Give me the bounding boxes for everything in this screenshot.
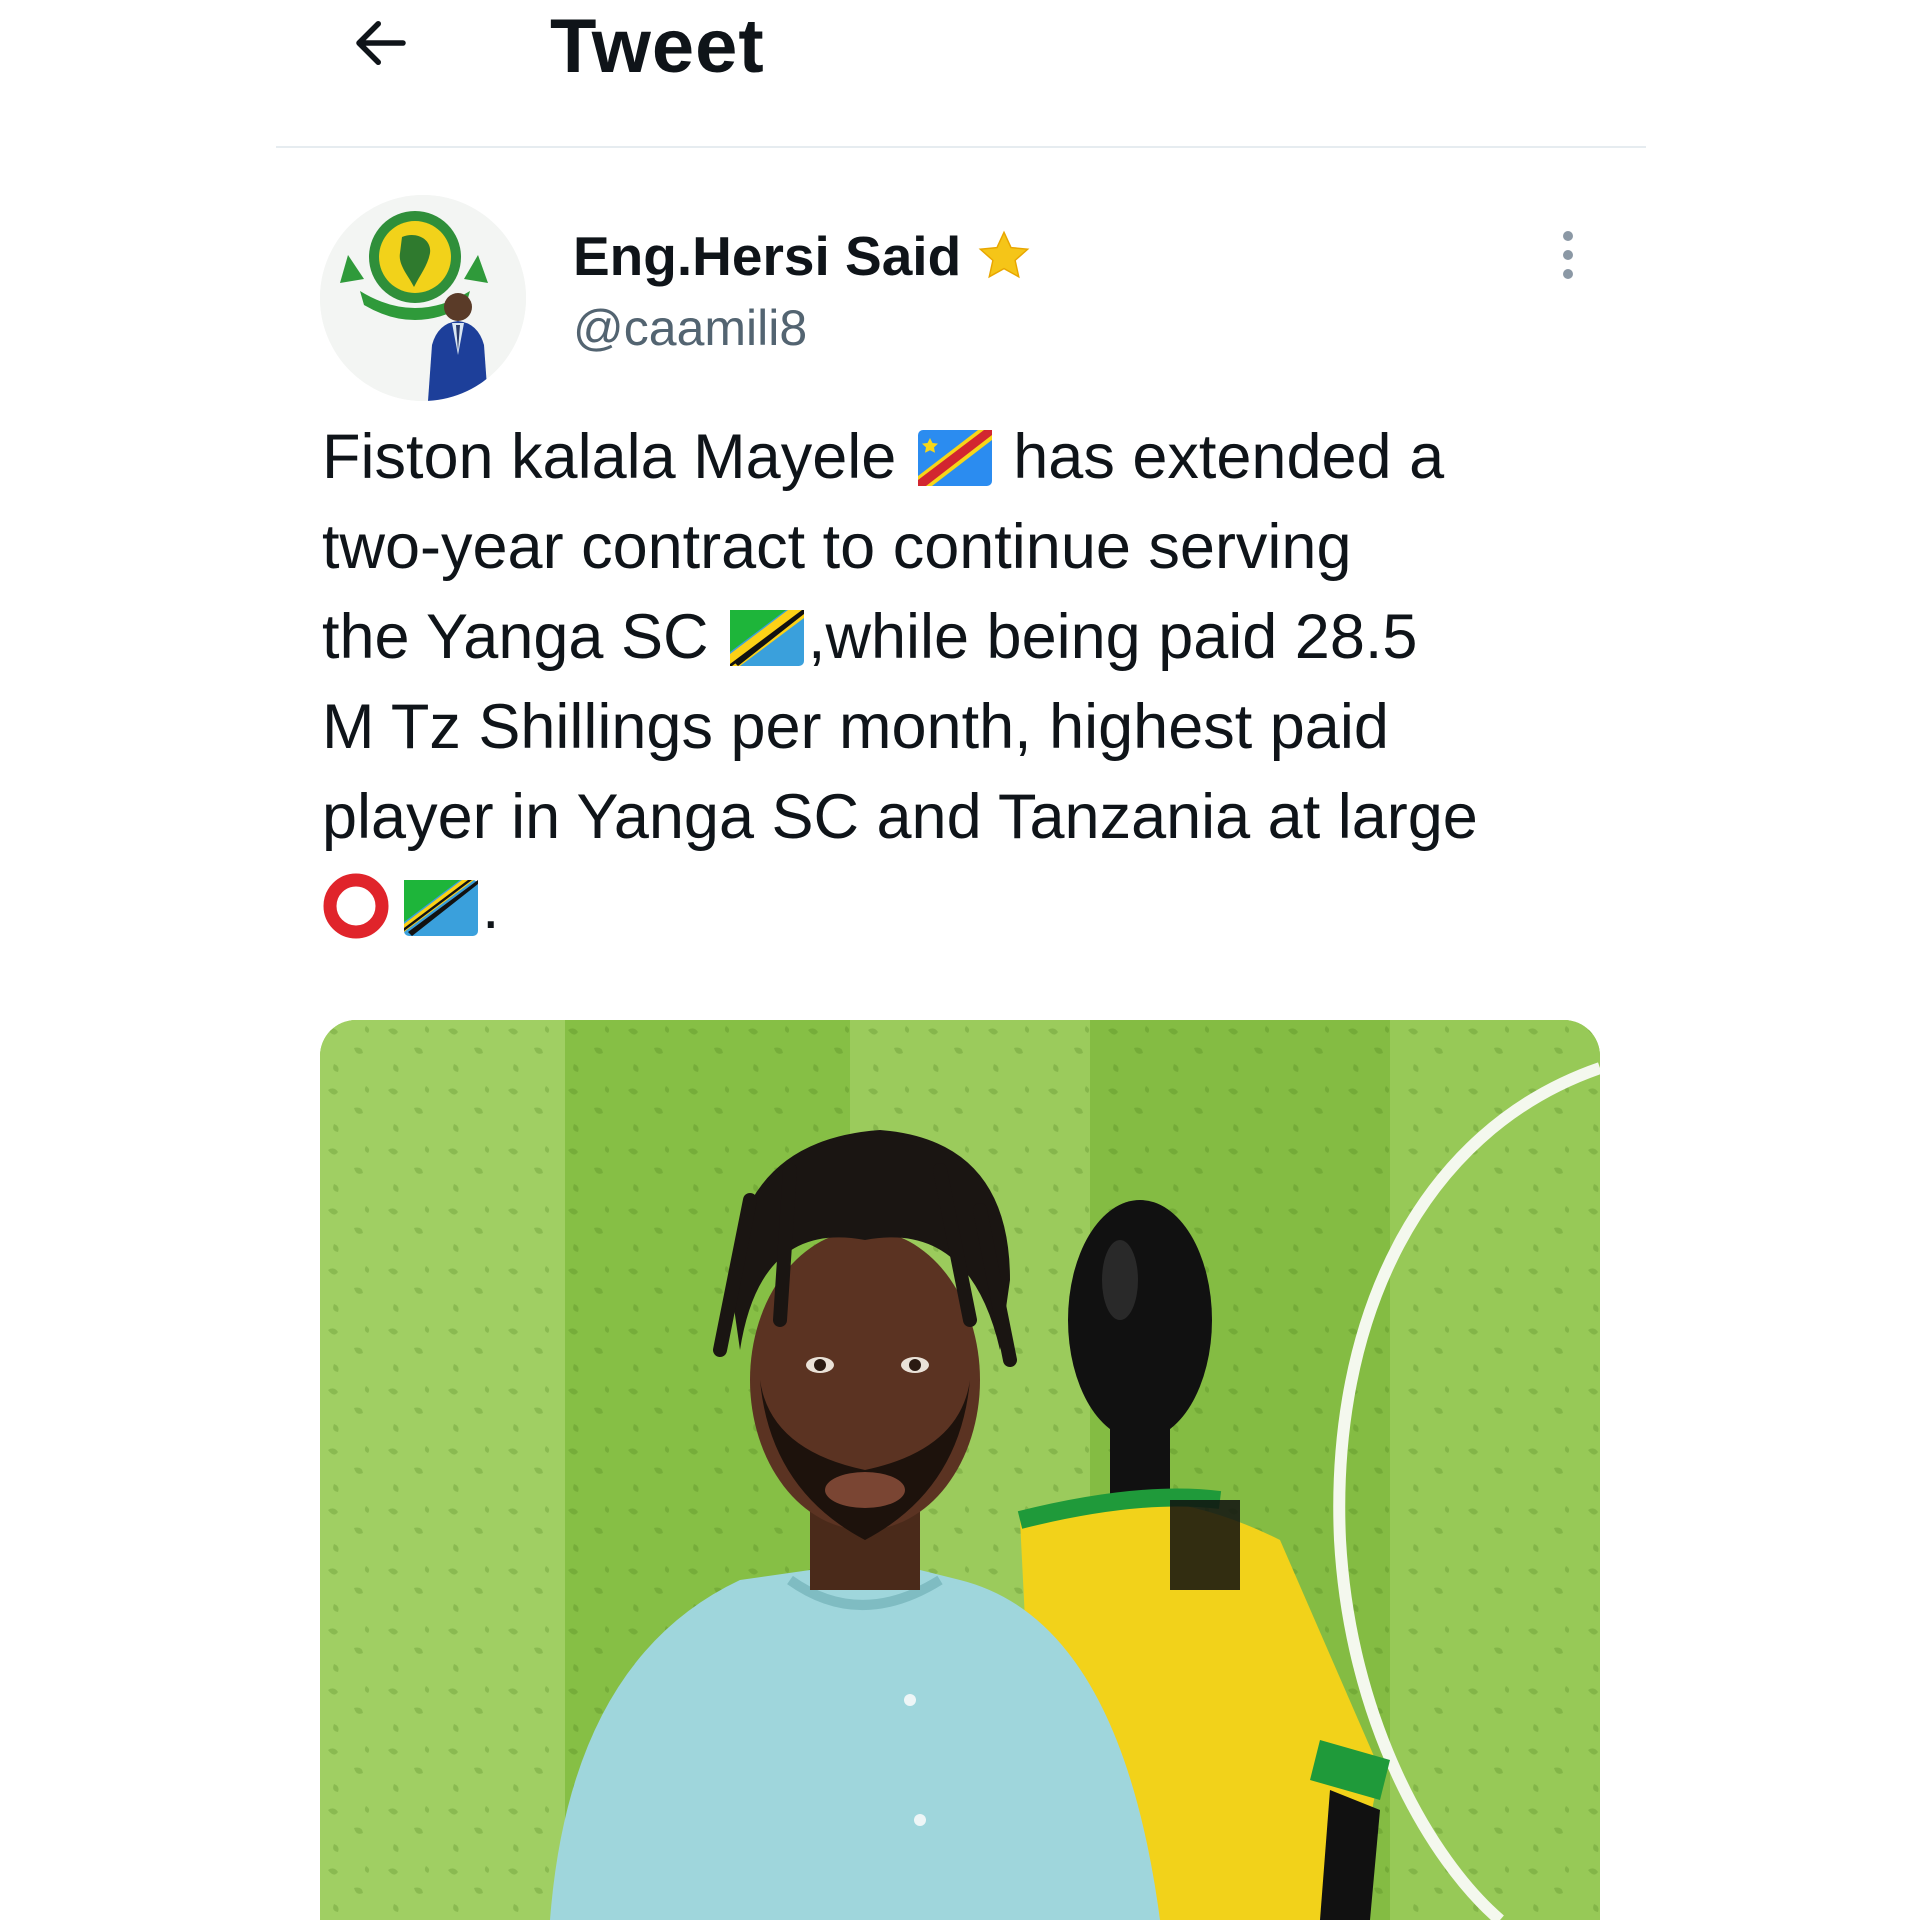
arrow-left-icon xyxy=(356,21,406,65)
top-bar: Tweet xyxy=(276,0,1646,148)
tweet-text-segment: Fiston kalala Mayele xyxy=(322,422,914,492)
tweet-text-segment: ,while being paid 28.5 xyxy=(807,602,1418,672)
star-icon xyxy=(978,230,1030,279)
tweet-text-line: . xyxy=(322,862,1642,952)
flag-tz-icon xyxy=(404,880,478,936)
tweet-photo[interactable] xyxy=(320,1020,1600,1920)
tweet-text-segment: M Tz Shillings per month, highest paid xyxy=(322,692,1389,762)
tweet-text-segment: has extended a xyxy=(995,422,1445,492)
more-vertical-icon-dot xyxy=(1563,269,1573,279)
page-title: Tweet xyxy=(550,4,765,89)
flag-tz-icon xyxy=(729,610,804,666)
photo xyxy=(320,1020,1600,1920)
tweet-text-segment: player in Yanga SC and Tanzania at large xyxy=(322,782,1478,852)
more-options-button[interactable] xyxy=(1540,222,1596,288)
tweet-text-line: player in Yanga SC and Tanzania at large xyxy=(322,772,1642,862)
avatar-image xyxy=(320,195,526,401)
tweet-text-line: Fiston kalala Mayele has extended a xyxy=(322,412,1642,502)
hollow-red-circle-icon xyxy=(323,873,389,939)
tweet-text-segment: two-year contract to continue serving xyxy=(322,512,1352,582)
tweet-text-line: M Tz Shillings per month, highest paid xyxy=(322,682,1642,772)
more-vertical-icon xyxy=(1563,231,1573,241)
back-button[interactable] xyxy=(346,8,416,78)
author-name-row: Eng.Hersi Said xyxy=(573,224,1033,288)
avatar[interactable] xyxy=(320,195,526,401)
more-vertical-icon-dot xyxy=(1563,250,1573,260)
tweet-text-segment: the Yanga SC xyxy=(322,602,726,672)
tweet-text-line: two-year contract to continue serving xyxy=(322,502,1642,592)
user-handle[interactable]: @caamili8 xyxy=(573,298,807,358)
flag-cd-icon xyxy=(917,430,992,486)
display-name[interactable]: Eng.Hersi Said xyxy=(573,224,961,288)
tweet-text: Fiston kalala Mayele has extended a two-… xyxy=(322,412,1642,952)
tweet-text-line: the Yanga SC ,while being paid 28.5 xyxy=(322,592,1642,682)
tweet-text-segment: . xyxy=(482,872,500,942)
